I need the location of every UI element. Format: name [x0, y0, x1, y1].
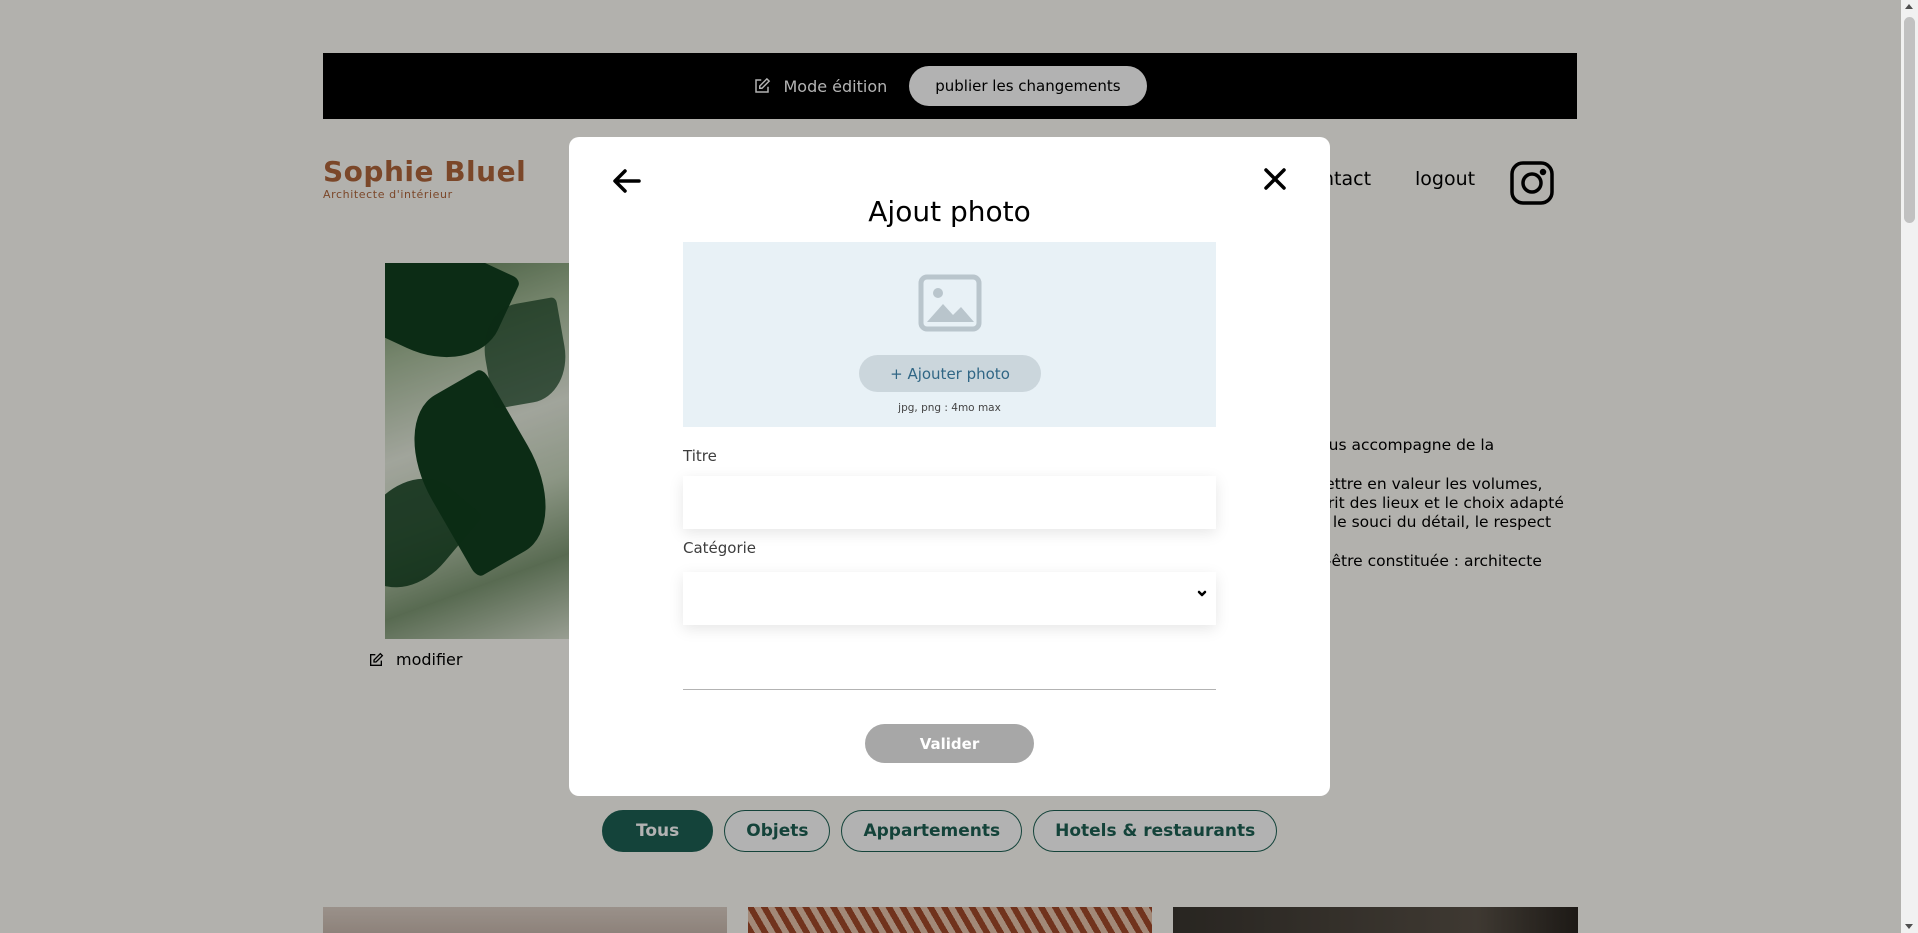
photo-upload-zone[interactable]: + Ajouter photo jpg, png : 4mo max — [683, 242, 1216, 427]
modal-title: Ajout photo — [868, 195, 1031, 228]
scrollbar-thumb[interactable] — [1904, 17, 1915, 223]
title-input[interactable] — [683, 476, 1216, 529]
arrow-left-icon[interactable] — [611, 165, 643, 197]
category-select[interactable] — [683, 572, 1216, 625]
scroll-down-icon[interactable] — [1905, 924, 1913, 929]
submit-button[interactable]: Valider — [865, 724, 1034, 763]
close-icon[interactable] — [1261, 165, 1289, 193]
add-photo-modal: Ajout photo + Ajouter photo jpg, png : 4… — [569, 137, 1330, 796]
add-photo-button[interactable]: + Ajouter photo — [859, 355, 1041, 392]
title-field-label: Titre — [683, 447, 717, 465]
page-scrollbar[interactable] — [1901, 0, 1918, 933]
chevron-down-icon — [1197, 590, 1207, 597]
form-divider — [683, 689, 1216, 690]
upload-hint: jpg, png : 4mo max — [898, 402, 1001, 414]
category-field-label: Catégorie — [683, 539, 757, 557]
scroll-up-icon[interactable] — [1905, 4, 1913, 9]
image-placeholder-icon — [918, 274, 982, 332]
